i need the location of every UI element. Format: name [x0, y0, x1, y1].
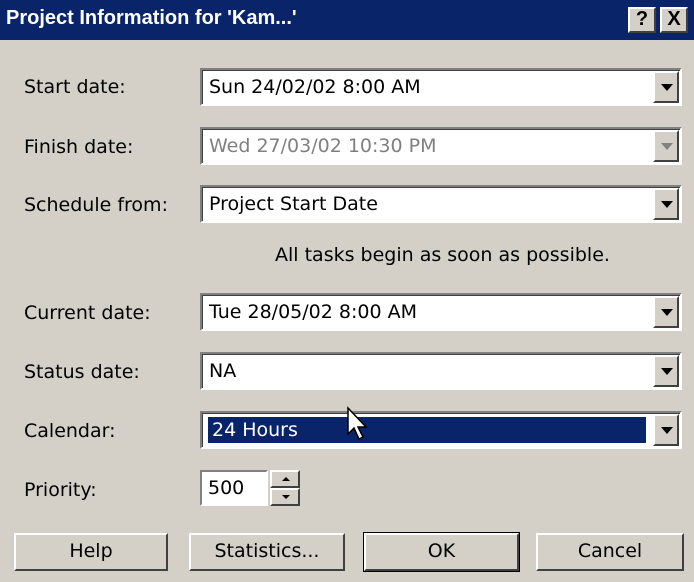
calendar-dropdown[interactable]: 24 Hours [200, 411, 682, 449]
status-date-label: Status date: [24, 361, 140, 383]
status-date-value: NA [209, 360, 237, 382]
calendar-label: Calendar: [24, 420, 116, 442]
dropdown-arrow-icon [661, 427, 673, 434]
spin-up-arrow-icon [282, 477, 290, 481]
status-date-dropdown[interactable]: NA [200, 352, 682, 390]
statistics-button[interactable]: Statistics... [189, 533, 345, 571]
priority-value: 500 [208, 477, 245, 499]
current-date-value: Tue 28/05/02 8:00 AM [209, 301, 417, 323]
priority-spinner[interactable] [270, 470, 300, 506]
dropdown-arrow-icon [661, 143, 673, 150]
dropdown-arrow-icon [661, 368, 673, 375]
dropdown-arrow-icon [661, 201, 673, 208]
dropdown-arrow-icon [661, 84, 673, 91]
schedule-hint-text: All tasks begin as soon as possible. [275, 244, 610, 266]
finish-date-value: Wed 27/03/02 10:30 PM [209, 135, 437, 157]
schedule-from-dropdown[interactable]: Project Start Date [200, 185, 682, 223]
cancel-button[interactable]: Cancel [536, 533, 684, 571]
arrow-cursor-icon [347, 406, 368, 441]
start-date-dropdown[interactable]: Sun 24/02/02 8:00 AM [200, 68, 682, 106]
schedule-from-value: Project Start Date [209, 193, 378, 215]
ok-button[interactable]: OK [363, 532, 520, 572]
priority-label: Priority: [24, 479, 97, 501]
status-date-dropdown-button[interactable] [653, 355, 679, 387]
schedule-from-dropdown-button[interactable] [653, 188, 679, 220]
help-button[interactable]: Help [14, 533, 168, 571]
priority-spin-up-button[interactable] [270, 470, 300, 488]
current-date-label: Current date: [24, 302, 151, 324]
help-title-button[interactable]: ? [628, 7, 656, 33]
start-date-value: Sun 24/02/02 8:00 AM [209, 76, 421, 98]
finish-date-label: Finish date: [24, 136, 134, 158]
close-title-button[interactable]: X [660, 7, 688, 33]
calendar-value: 24 Hours [208, 417, 646, 443]
priority-spin-down-button[interactable] [270, 488, 300, 506]
finish-date-dropdown: Wed 27/03/02 10:30 PM [200, 127, 682, 165]
calendar-dropdown-button[interactable] [653, 414, 679, 446]
spin-down-arrow-icon [282, 495, 290, 499]
priority-input[interactable]: 500 [200, 470, 268, 506]
finish-date-dropdown-button [653, 130, 679, 162]
current-date-dropdown[interactable]: Tue 28/05/02 8:00 AM [200, 293, 682, 331]
schedule-from-label: Schedule from: [24, 194, 168, 216]
current-date-dropdown-button[interactable] [653, 296, 679, 328]
window-title: Project Information for 'Kam...' [6, 7, 297, 29]
dropdown-arrow-icon [661, 309, 673, 316]
start-date-dropdown-button[interactable] [653, 71, 679, 103]
start-date-label: Start date: [24, 76, 126, 98]
